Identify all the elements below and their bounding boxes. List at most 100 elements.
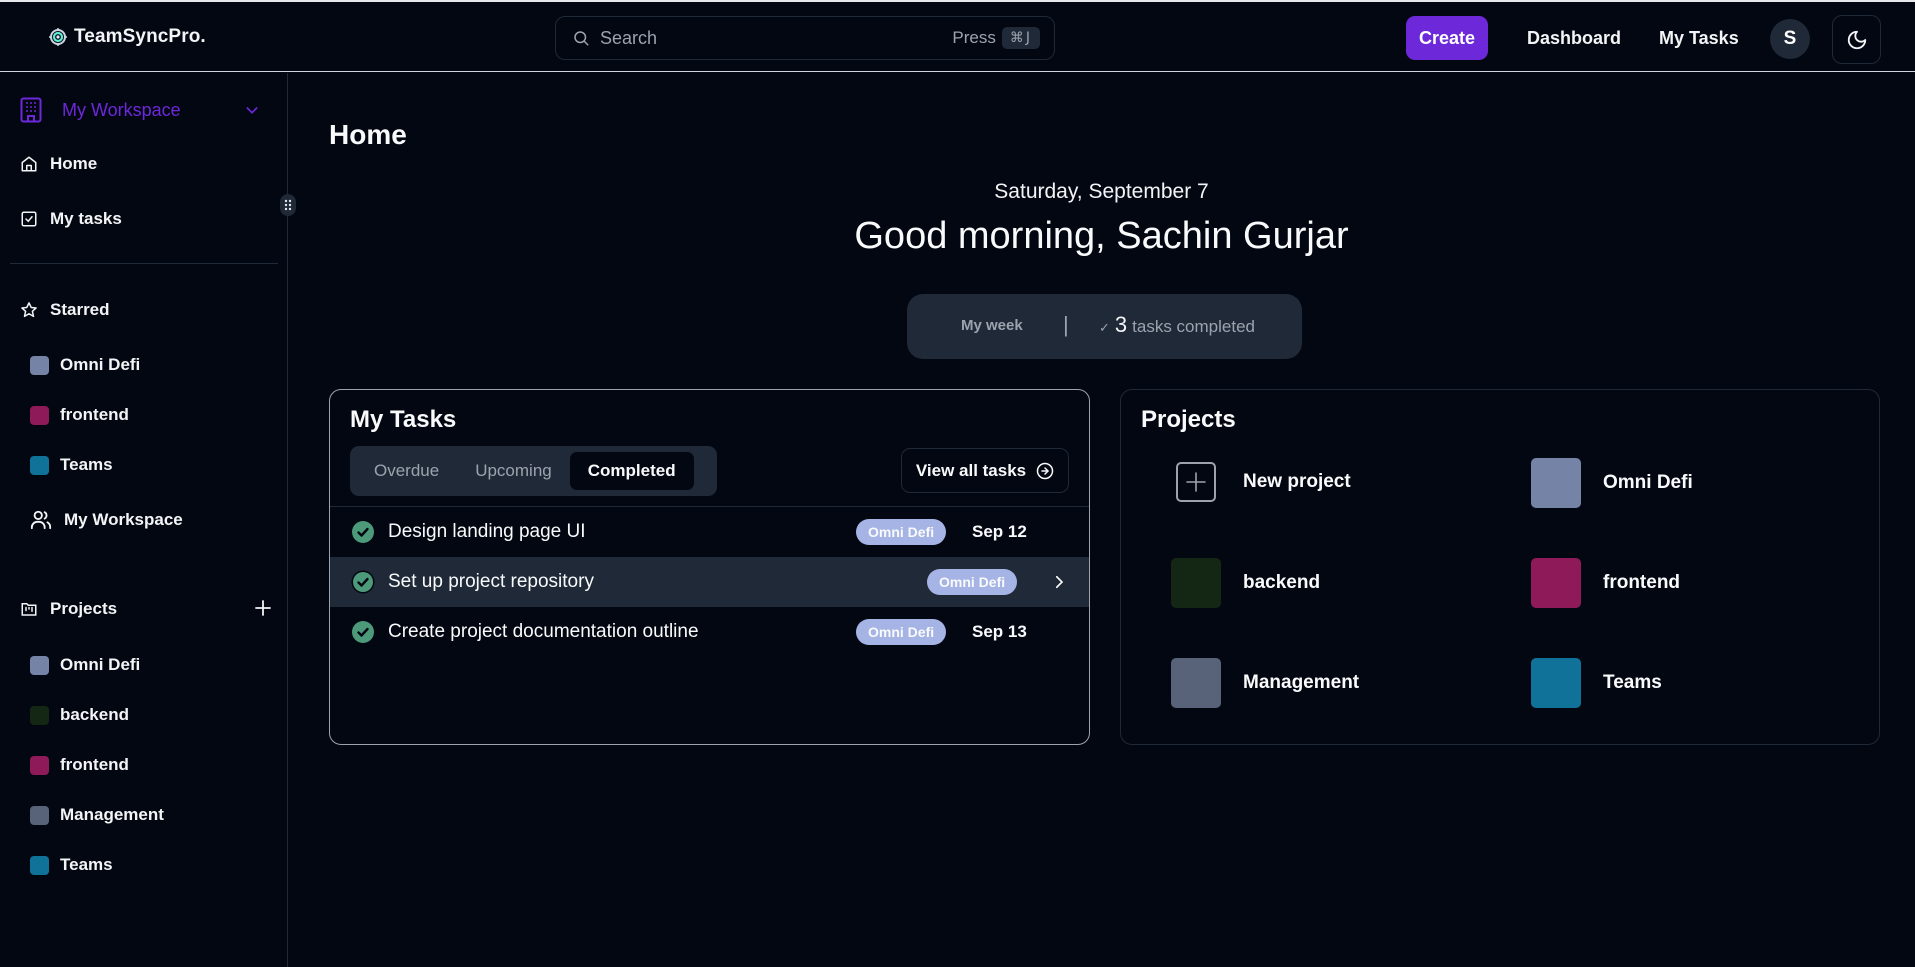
project-item-label: Management (60, 805, 164, 824)
search-shortcut-hint: Press (952, 28, 996, 47)
project-color-tile (1531, 458, 1581, 508)
project-color-tile (1531, 658, 1581, 708)
top-header: TeamSyncPro. Press ⌘J Create Dashboard M… (0, 2, 1915, 72)
projects-card: Projects New project Omni Defi backend f… (1120, 389, 1880, 745)
completed-check-icon[interactable] (351, 620, 375, 644)
sidebar-section-label: Projects (50, 599, 118, 618)
project-color-tile (1531, 558, 1581, 608)
brand-logo[interactable]: TeamSyncPro. (48, 26, 206, 48)
sidebar-section-projects[interactable]: Projects (20, 599, 117, 619)
project-tile-omni-defi[interactable]: Omni Defi (1531, 458, 1693, 508)
home-icon (21, 156, 37, 172)
user-avatar[interactable]: S (1770, 19, 1810, 59)
plus-square-icon (1176, 462, 1216, 502)
project-tile-management[interactable]: Management (1171, 658, 1359, 708)
tab-completed[interactable]: Completed (569, 452, 694, 490)
current-date: Saturday, September 7 (994, 180, 1209, 203)
project-tile-teams[interactable]: Teams (1531, 658, 1662, 708)
project-color-swatch (30, 655, 49, 675)
project-color-swatch (30, 455, 49, 475)
sidebar-divider (10, 263, 278, 264)
completed-check-icon[interactable] (351, 570, 375, 594)
project-item-teams[interactable]: Teams (30, 855, 113, 875)
task-row[interactable]: Design landing page UI Omni Defi Sep 12 (330, 507, 1089, 557)
project-color-swatch (30, 705, 49, 725)
project-tile-label: Management (1243, 672, 1360, 693)
project-tile-label: frontend (1603, 572, 1681, 593)
new-project-label: New project (1243, 471, 1351, 492)
task-name: Design landing page UI (388, 521, 586, 542)
tab-overdue[interactable]: Overdue (356, 452, 457, 490)
project-color-tile (1171, 658, 1221, 708)
task-project-badge: Omni Defi (856, 619, 947, 645)
sidebar-item-my-tasks[interactable]: My tasks (20, 209, 122, 229)
chevron-right-icon[interactable] (1050, 573, 1068, 591)
starred-item-label: frontend (60, 405, 129, 424)
starred-item-omni-defi[interactable]: Omni Defi (30, 355, 140, 375)
new-project-button[interactable]: New project (1176, 462, 1351, 502)
starred-item-label: Teams (60, 455, 113, 474)
search-icon (574, 31, 589, 46)
chevron-down-icon (246, 107, 258, 114)
project-tile-label: Omni Defi (1603, 472, 1693, 493)
project-tile-label: backend (1243, 572, 1321, 593)
sidebar-item-label: My tasks (50, 209, 122, 228)
add-project-icon[interactable] (255, 600, 271, 616)
star-icon (21, 302, 37, 318)
starred-item-my-workspace[interactable]: My Workspace (30, 509, 183, 531)
my-tasks-title: My Tasks (350, 406, 457, 433)
theme-toggle-button[interactable] (1832, 15, 1881, 64)
project-color-tile (1171, 558, 1221, 608)
sidebar: My Workspace Home My tasks Starred Omni … (0, 73, 296, 967)
project-color-swatch (30, 405, 49, 425)
greeting-heading: Good morning, Sachin Gurjar (854, 215, 1349, 257)
project-tile-backend[interactable]: backend (1171, 558, 1320, 608)
starred-item-label: Omni Defi (60, 355, 141, 374)
tasks-completed-label: tasks completed (1132, 317, 1255, 336)
sidebar-item-home[interactable]: Home (20, 154, 97, 174)
project-item-omni-defi[interactable]: Omni Defi (30, 655, 140, 675)
folder-kanban-icon (21, 603, 37, 616)
project-item-frontend[interactable]: frontend (30, 755, 129, 775)
search-input[interactable] (600, 27, 953, 49)
project-item-label: Teams (60, 855, 113, 874)
nav-my-tasks-link[interactable]: My Tasks (1659, 28, 1739, 49)
project-color-swatch (30, 355, 49, 375)
search-bar[interactable]: Press ⌘J (555, 16, 1055, 60)
task-row[interactable]: Create project documentation outline Omn… (330, 607, 1089, 657)
task-row[interactable]: Set up project repository Omni Defi (330, 557, 1089, 607)
page-title: Home (329, 119, 407, 150)
task-filter-tabs: Overdue Upcoming Completed (350, 446, 717, 496)
building-icon (20, 97, 42, 123)
tab-upcoming[interactable]: Upcoming (457, 452, 570, 490)
sidebar-section-starred[interactable]: Starred (20, 300, 110, 320)
project-item-label: Omni Defi (60, 655, 141, 674)
tasks-completed-count: 3 (1114, 312, 1128, 337)
workspace-name: My Workspace (62, 99, 181, 120)
sidebar-section-label: Starred (50, 300, 110, 319)
task-due-date: Sep 13 (972, 622, 1027, 641)
project-item-backend[interactable]: backend (30, 705, 129, 725)
task-name: Create project documentation outline (388, 621, 699, 642)
starred-item-label: My Workspace (64, 510, 183, 529)
project-item-management[interactable]: Management (30, 805, 164, 825)
starred-item-frontend[interactable]: frontend (30, 405, 129, 425)
task-project-badge: Omni Defi (927, 569, 1018, 595)
completed-check-icon[interactable] (351, 520, 375, 544)
week-selector[interactable]: My week (961, 317, 1023, 334)
logo-icon (49, 28, 67, 46)
project-tile-label: Teams (1603, 672, 1662, 693)
my-tasks-card: My Tasks Overdue Upcoming Completed View… (329, 389, 1090, 745)
workspace-switcher[interactable]: My Workspace (20, 93, 270, 127)
task-due-date: Sep 12 (972, 522, 1027, 541)
task-project-badge: Omni Defi (856, 519, 947, 545)
create-button[interactable]: Create (1406, 16, 1488, 60)
project-tile-frontend[interactable]: frontend (1531, 558, 1680, 608)
nav-dashboard-link[interactable]: Dashboard (1527, 28, 1621, 49)
starred-item-teams[interactable]: Teams (30, 455, 113, 475)
week-summary: My week | ✓ 3 tasks completed (907, 294, 1302, 359)
project-color-swatch (30, 855, 49, 875)
view-all-tasks-button[interactable]: View all tasks (901, 448, 1069, 493)
brand-name: TeamSyncPro. (74, 26, 206, 47)
week-separator: | (1063, 312, 1069, 337)
